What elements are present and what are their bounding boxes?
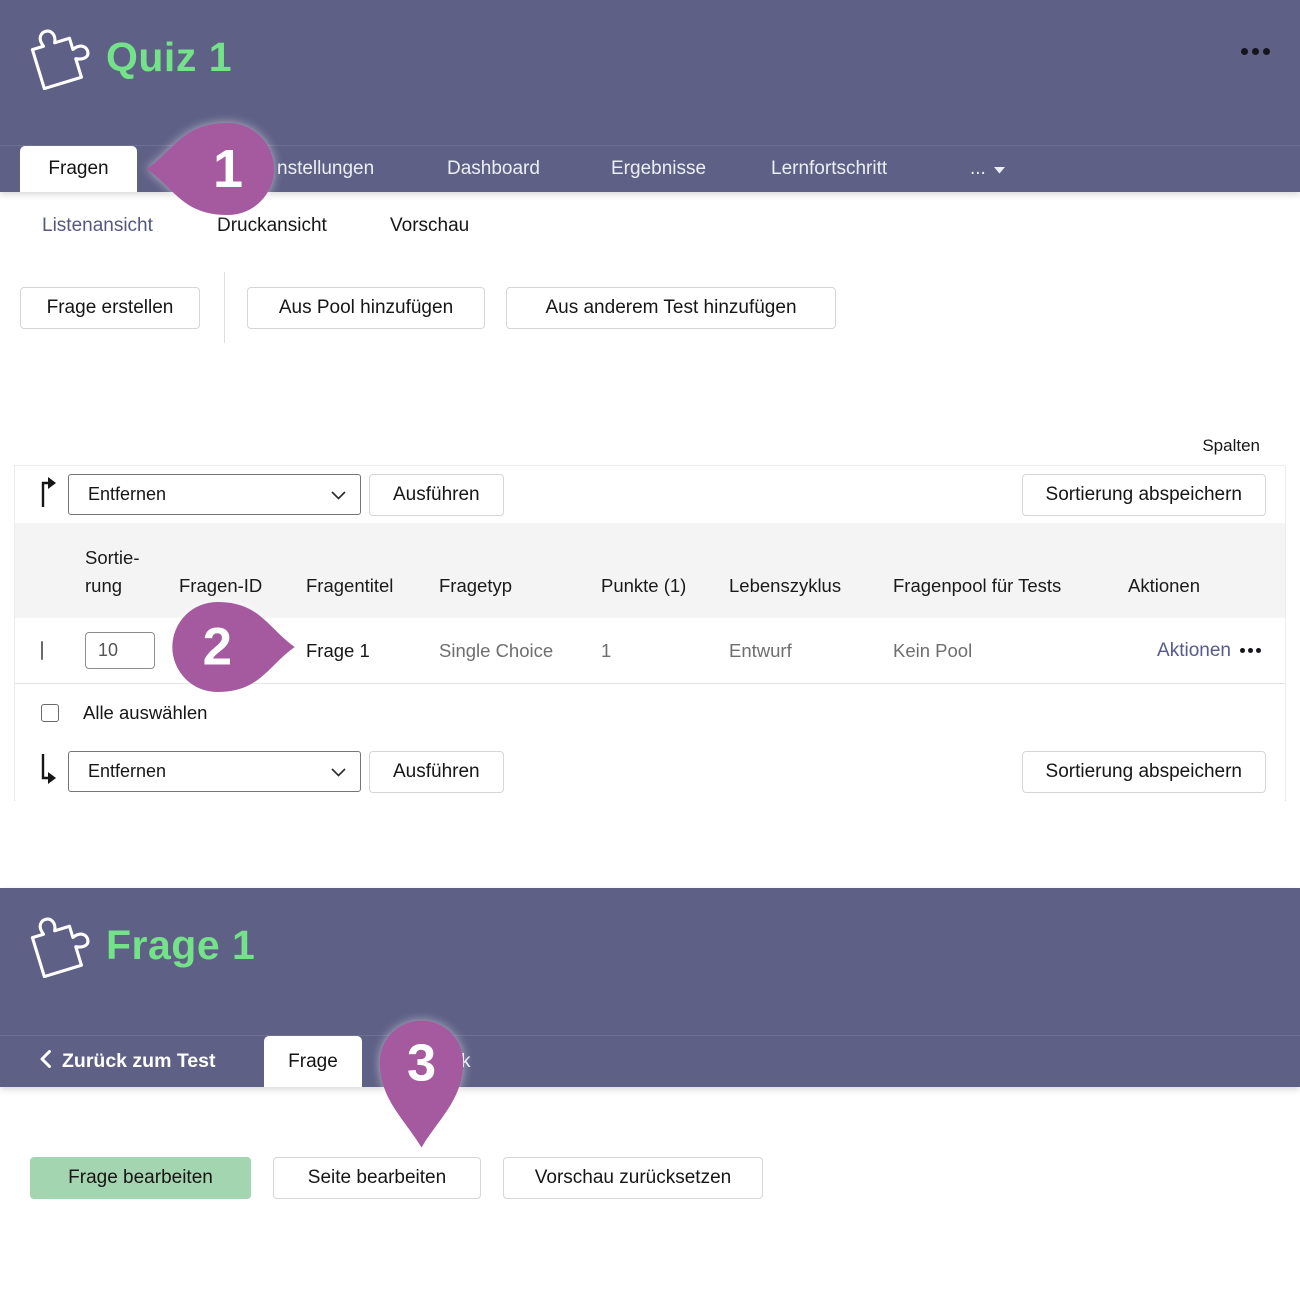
chevron-down-icon xyxy=(994,158,1005,180)
puzzle-piece-icon xyxy=(26,912,90,983)
questions-table: Entfernen Ausführen Sortierung abspeiche… xyxy=(14,465,1286,801)
cell-lebenszyklus: Entwurf xyxy=(729,640,893,662)
quiz-header-panel: Quiz 1 Fragen nstellungen Dashboard Erge… xyxy=(0,0,1300,192)
row-checkbox[interactable] xyxy=(41,641,43,660)
column-fragetyp: Fragetyp xyxy=(439,523,601,618)
puzzle-piece-icon xyxy=(26,24,90,95)
bulk-action-select[interactable]: Entfernen xyxy=(68,474,361,515)
column-fragenpool: Fragenpool für Tests xyxy=(893,523,1128,618)
question-title-link[interactable]: Frage 1 xyxy=(306,640,439,662)
table-top-controls: Entfernen Ausführen Sortierung abspeiche… xyxy=(15,466,1285,523)
spalten-control[interactable]: Spalten xyxy=(1202,436,1260,456)
cell-punkte: 1 xyxy=(601,640,729,662)
seite-bearbeiten-button[interactable]: Seite bearbeiten xyxy=(273,1157,481,1199)
select-all-checkbox[interactable] xyxy=(41,704,59,722)
column-sortierung: Sortie-rung xyxy=(85,544,157,601)
tab-covered-by-marker[interactable]: k xyxy=(461,1036,471,1087)
tab-ergebnisse[interactable]: Ergebnisse xyxy=(611,146,706,192)
toolbar-divider xyxy=(224,272,225,343)
tab-lernfortschritt[interactable]: Lernfortschritt xyxy=(771,146,887,192)
frage-erstellen-button[interactable]: Frage erstellen xyxy=(20,287,200,329)
question-tabbar: Zurück zum Test Frage k xyxy=(0,1035,1300,1087)
chevron-down-icon xyxy=(331,484,346,505)
sortierung-abspeichern-button[interactable]: Sortierung abspeichern xyxy=(1022,474,1266,516)
column-fragentitel: Fragentitel xyxy=(306,523,439,618)
kebab-menu-icon[interactable] xyxy=(1241,48,1270,55)
column-punkte: Punkte (1) xyxy=(601,523,729,618)
tab-frage[interactable]: Frage xyxy=(264,1036,362,1087)
frage-bearbeiten-button[interactable]: Frage bearbeiten xyxy=(30,1157,251,1199)
vorschau-zuruecksetzen-button[interactable]: Vorschau zurücksetzen xyxy=(503,1157,763,1199)
column-aktionen: Aktionen xyxy=(1128,523,1275,618)
bulk-action-select-bottom[interactable]: Entfernen xyxy=(68,751,361,792)
select-all-row: Alle auswählen xyxy=(15,684,1285,741)
tab-fragen[interactable]: Fragen xyxy=(20,146,137,192)
table-row: Frage 1 Single Choice 1 Entwurf Kein Poo… xyxy=(15,618,1285,684)
tab-dashboard[interactable]: Dashboard xyxy=(447,146,540,192)
tutorial-screenshot: Quiz 1 Fragen nstellungen Dashboard Erge… xyxy=(0,0,1300,1300)
apply-to-selection-up-icon xyxy=(39,475,59,514)
page-title: Frage 1 xyxy=(106,922,255,969)
table-header-row: Sortie-rung Fragen-ID Fragentitel Fraget… xyxy=(15,523,1285,618)
page-title: Quiz 1 xyxy=(106,34,232,81)
sortierung-abspeichern-button-bottom[interactable]: Sortierung abspeichern xyxy=(1022,751,1266,793)
select-all-label: Alle auswählen xyxy=(83,702,207,724)
chevron-down-icon xyxy=(331,761,346,782)
sort-order-input[interactable] xyxy=(85,632,155,669)
aktionen-link[interactable]: Aktionen xyxy=(1157,640,1231,662)
ausfuehren-button-bottom[interactable]: Ausführen xyxy=(369,751,504,793)
apply-to-selection-down-icon xyxy=(39,752,59,791)
aus-pool-hinzufuegen-button[interactable]: Aus Pool hinzufügen xyxy=(247,287,485,329)
tab-einstellungen[interactable]: nstellungen xyxy=(277,146,374,192)
column-lebenszyklus: Lebenszyklus xyxy=(729,523,893,618)
cell-fragenpool: Kein Pool xyxy=(893,640,1128,662)
subtab-vorschau[interactable]: Vorschau xyxy=(390,214,469,238)
column-fragen-id: Fragen-ID xyxy=(179,523,306,618)
aus-anderem-test-button[interactable]: Aus anderem Test hinzufügen xyxy=(506,287,836,329)
chevron-left-icon xyxy=(40,1050,51,1074)
kebab-menu-icon[interactable] xyxy=(1240,648,1261,653)
subtab-druckansicht[interactable]: Druckansicht xyxy=(217,214,327,238)
table-bottom-controls: Entfernen Ausführen Sortierung abspeiche… xyxy=(15,741,1285,802)
subtab-listenansicht[interactable]: Listenansicht xyxy=(42,214,153,238)
cell-fragetyp: Single Choice xyxy=(439,640,601,662)
back-to-test-link[interactable]: Zurück zum Test xyxy=(40,1036,216,1087)
quiz-tabbar: Fragen nstellungen Dashboard Ergebnisse … xyxy=(0,145,1300,192)
question-header-panel: Frage 1 Zurück zum Test Frage k xyxy=(0,888,1300,1087)
ausfuehren-button[interactable]: Ausführen xyxy=(369,474,504,516)
tab-more[interactable]: ... xyxy=(970,146,1005,192)
